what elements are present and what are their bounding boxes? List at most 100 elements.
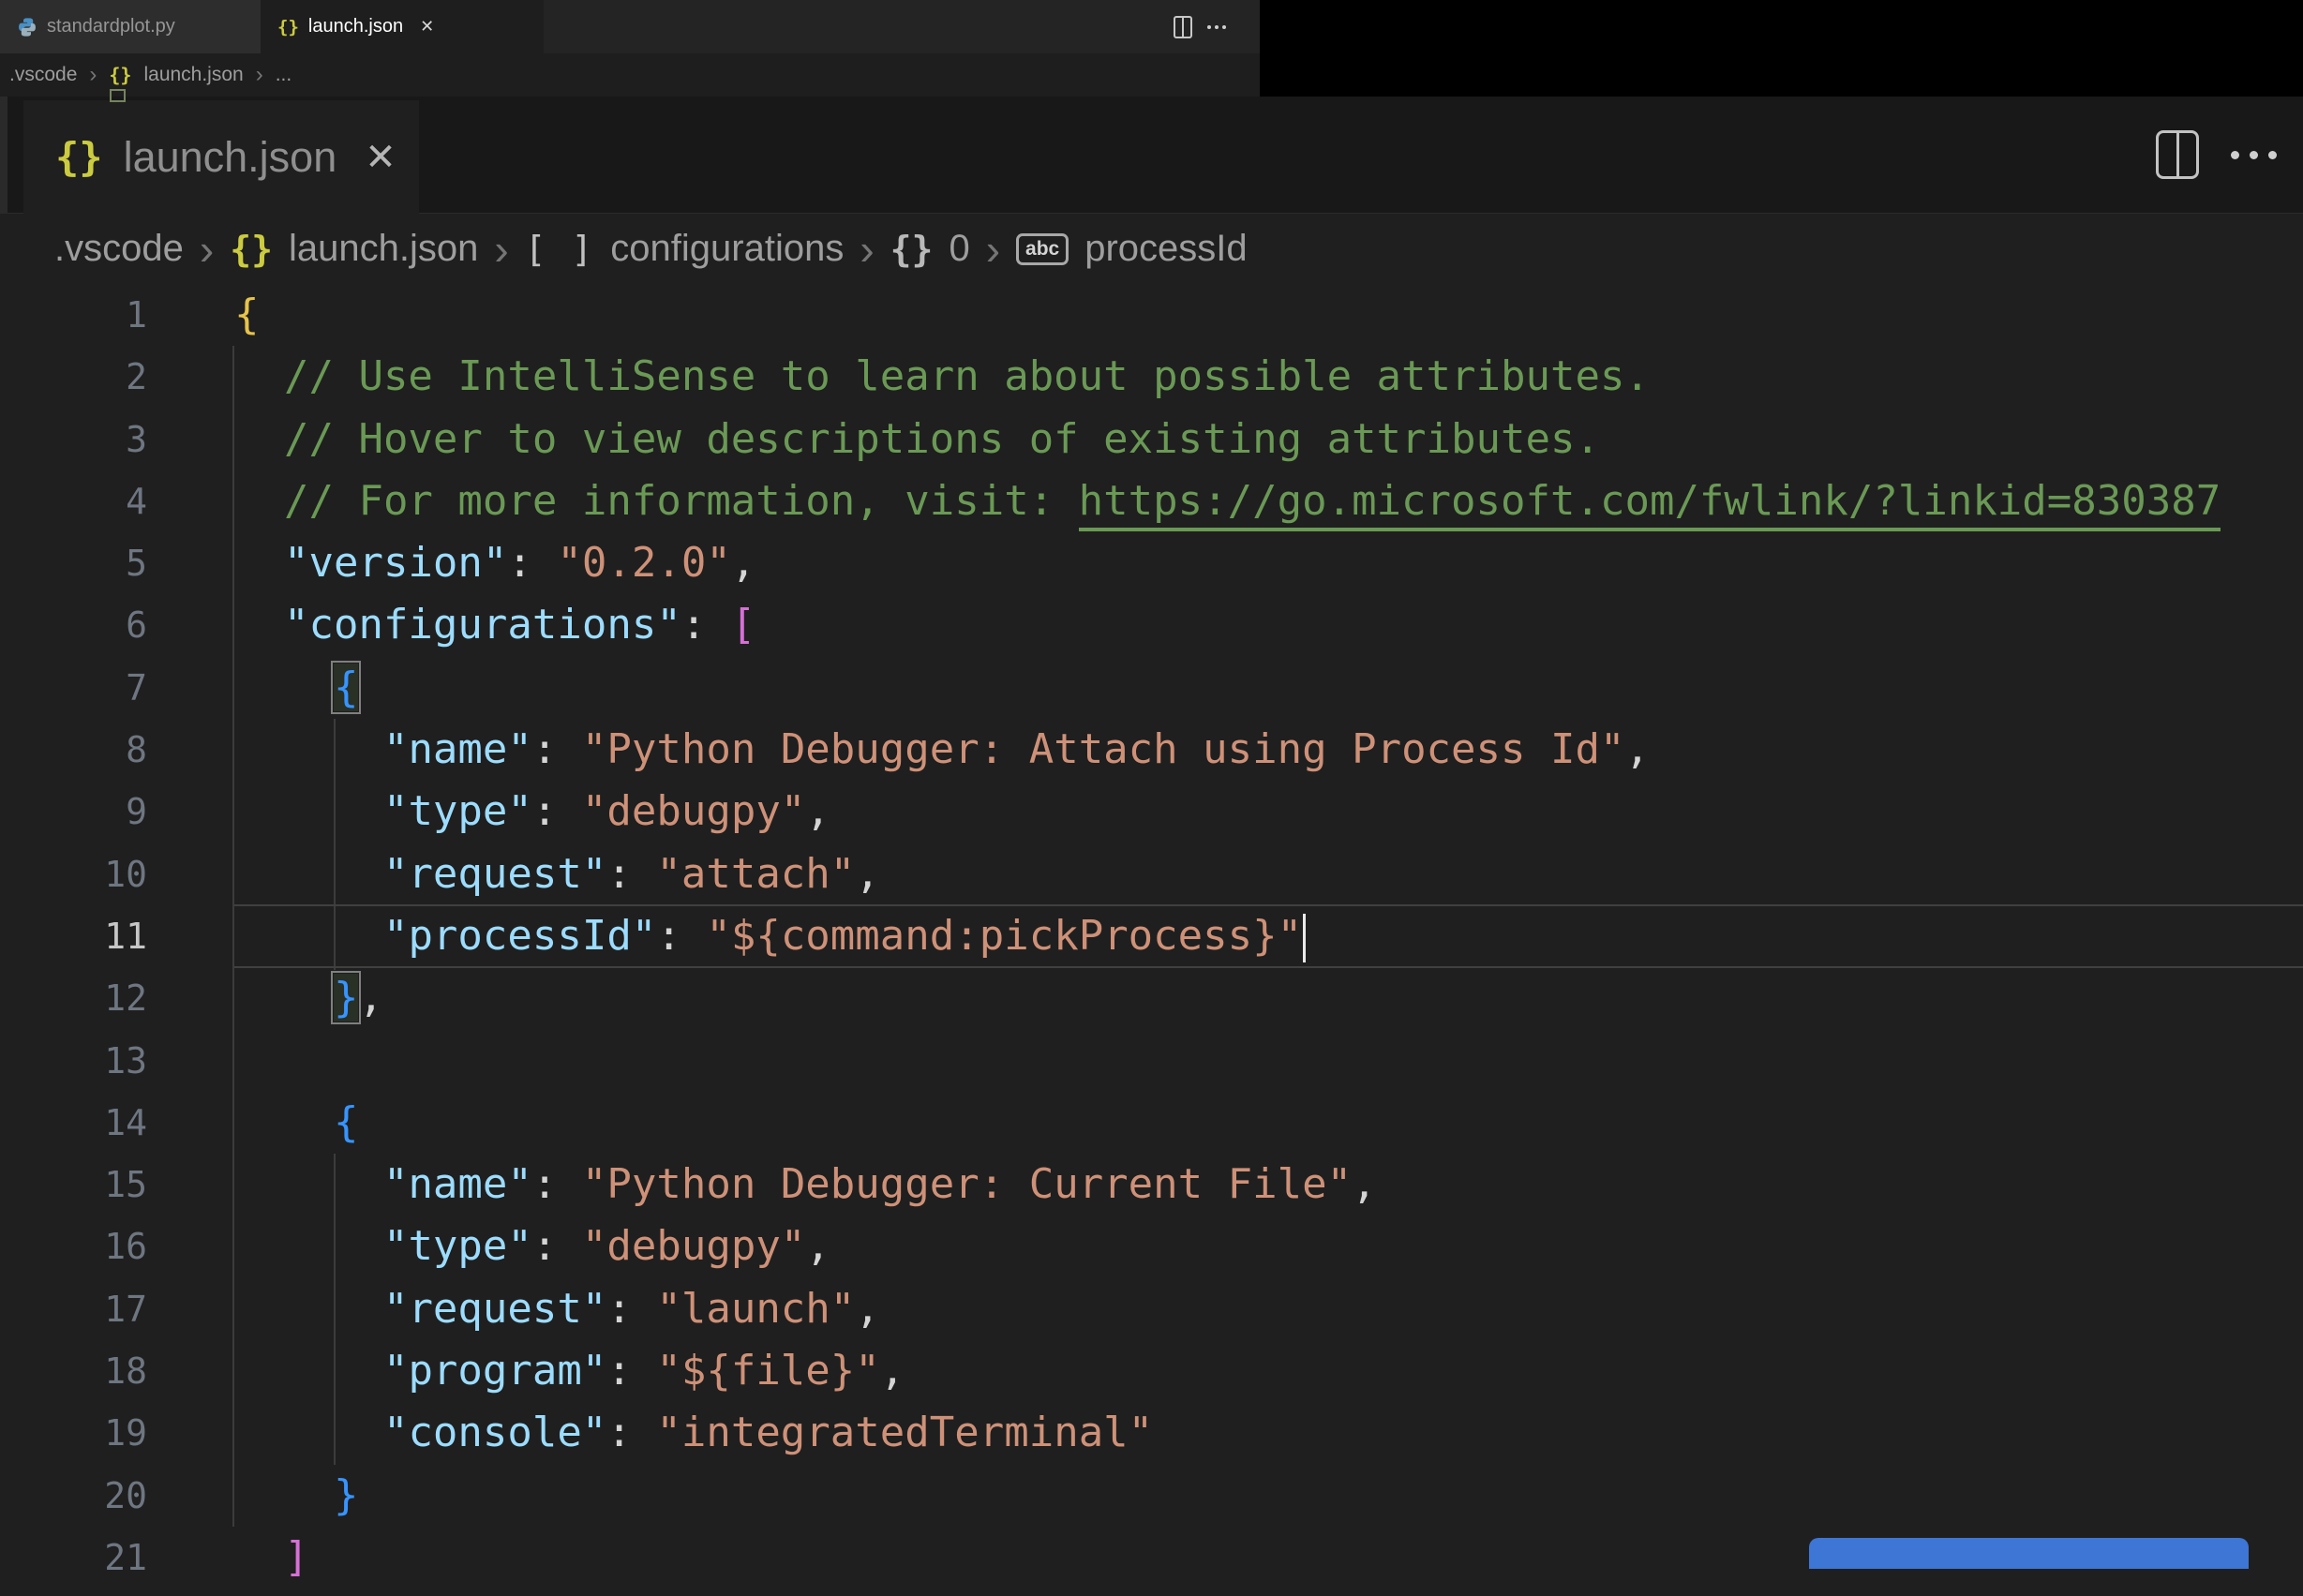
more-actions-icon[interactable] <box>1207 24 1226 29</box>
text-cursor <box>1303 913 1307 962</box>
line-number[interactable]: 1 <box>0 284 147 346</box>
link[interactable]: https://go.microsoft.com/fwlink/?linkid=… <box>1078 476 2221 531</box>
code-line-text: { <box>333 1097 359 1146</box>
line-number[interactable]: 15 <box>0 1154 147 1216</box>
line-number[interactable]: 6 <box>0 594 147 656</box>
code-line[interactable]: 10 "request": "attach", <box>0 843 2303 905</box>
code-rows: 1{2 // Use IntelliSense to learn about p… <box>0 284 2303 1589</box>
line-number[interactable]: 4 <box>0 470 147 532</box>
line-number[interactable]: 18 <box>0 1340 147 1402</box>
line-number[interactable]: 7 <box>0 657 147 719</box>
code-line[interactable]: 11 "processId": "${command:pickProcess}" <box>0 903 2303 969</box>
breadcrumb-file[interactable]: launch.json <box>289 228 478 270</box>
code-line-text: // Hover to view descriptions of existin… <box>234 414 1600 463</box>
tab-label: launch.json <box>123 132 337 181</box>
code-line[interactable]: 16 "type": "debugpy", <box>0 1216 2303 1277</box>
code-line[interactable]: 19 "console": "integratedTerminal" <box>0 1402 2303 1464</box>
editor-breadcrumb: .vscode › {} launch.json › [ ] configura… <box>0 214 2303 284</box>
split-editor-icon[interactable] <box>2156 130 2199 179</box>
chevron-right-icon: › <box>494 224 509 274</box>
python-icon <box>17 17 37 37</box>
code-line-text: "name": "Python Debugger: Attach using P… <box>382 725 1650 774</box>
breadcrumb-folder[interactable]: .vscode <box>54 228 184 270</box>
code-line-text: }, <box>331 971 383 1025</box>
code-line-text: } <box>333 1470 359 1519</box>
more-actions-icon[interactable] <box>2231 150 2277 159</box>
line-number[interactable]: 3 <box>0 409 147 470</box>
breadcrumb-file[interactable]: launch.json <box>143 64 243 86</box>
code-line[interactable]: 4 // For more information, visit: https:… <box>0 470 2303 532</box>
json-braces-icon: {} <box>277 16 299 37</box>
mini-tab-label: standardplot.py <box>47 16 175 37</box>
code-line[interactable]: 13 <box>0 1030 2303 1092</box>
code-line-text: "processId": "${command:pickProcess}" <box>234 905 1307 967</box>
chevron-right-icon: › <box>860 224 875 274</box>
line-number[interactable]: 10 <box>0 843 147 905</box>
line-number[interactable]: 5 <box>0 532 147 594</box>
mini-tab-label: launch.json <box>307 16 404 37</box>
split-editor-icon[interactable] <box>1174 15 1192 38</box>
chevron-right-icon: › <box>89 62 97 87</box>
code-line[interactable]: 9 "type": "debugpy", <box>0 781 2303 843</box>
mini-tab-launch-json[interactable]: {} launch.json ✕ <box>261 0 544 53</box>
line-number[interactable]: 8 <box>0 719 147 781</box>
code-line-text: "type": "debugpy", <box>382 787 830 836</box>
line-number[interactable]: 12 <box>0 967 147 1029</box>
breadcrumb-folder[interactable]: .vscode <box>9 64 77 86</box>
code-line[interactable]: 15 "name": "Python Debugger: Current Fil… <box>0 1154 2303 1216</box>
editor-actions <box>2156 112 2303 197</box>
mini-editor-actions <box>1174 0 1226 53</box>
object-braces-icon: {} <box>890 228 934 270</box>
code-line-text: "version": "0.2.0", <box>283 539 756 588</box>
code-line[interactable]: 7 { <box>0 657 2303 719</box>
code-line[interactable]: 2 // Use IntelliSense to learn about pos… <box>0 346 2303 408</box>
line-number[interactable]: 11 <box>0 905 147 967</box>
string-symbol-icon: abc <box>1016 232 1069 265</box>
code-line-text: // Use IntelliSense to learn about possi… <box>234 352 1650 401</box>
array-icon: [ ] <box>524 228 595 270</box>
line-number[interactable]: 19 <box>0 1402 147 1464</box>
code-line-text: "name": "Python Debugger: Current File", <box>382 1160 1377 1209</box>
add-configuration-button[interactable] <box>1809 1538 2249 1569</box>
mini-tab-bar: standardplot.py {} launch.json ✕ <box>0 0 1260 53</box>
line-number[interactable]: 14 <box>0 1092 147 1154</box>
json-braces-icon: {} <box>55 134 103 180</box>
close-icon[interactable]: ✕ <box>365 136 396 179</box>
line-number[interactable]: 9 <box>0 781 147 843</box>
line-number[interactable]: 21 <box>0 1527 147 1589</box>
code-line-text: "request": "launch", <box>382 1284 880 1333</box>
breadcrumb-configurations[interactable]: configurations <box>610 228 844 270</box>
code-editor[interactable]: 1{2 // Use IntelliSense to learn about p… <box>0 284 2303 1596</box>
code-line-text: // For more information, visit: https://… <box>234 470 2221 532</box>
code-line[interactable]: 20 } <box>0 1465 2303 1527</box>
breadcrumb-index[interactable]: 0 <box>949 228 969 270</box>
close-icon[interactable]: ✕ <box>420 17 434 37</box>
line-number[interactable]: 16 <box>0 1216 147 1277</box>
line-number[interactable]: 2 <box>0 346 147 408</box>
code-line-text: { <box>331 660 362 714</box>
line-number[interactable]: 20 <box>0 1465 147 1527</box>
code-line[interactable]: 5 "version": "0.2.0", <box>0 532 2303 594</box>
code-line[interactable]: 17 "request": "launch", <box>0 1278 2303 1340</box>
line-number[interactable]: 13 <box>0 1030 147 1092</box>
json-braces-icon: {} <box>230 228 273 270</box>
breadcrumb-more[interactable]: ... <box>276 64 292 86</box>
code-line-text: "request": "attach", <box>382 849 880 898</box>
breadcrumb-property[interactable]: processId <box>1084 228 1247 270</box>
code-line[interactable]: 14 { <box>0 1092 2303 1154</box>
code-line[interactable]: 3 // Hover to view descriptions of exist… <box>0 409 2303 470</box>
mini-tab-standardplot[interactable]: standardplot.py <box>0 0 261 53</box>
code-line[interactable]: 12 }, <box>0 967 2303 1029</box>
tab-launch-json[interactable]: {} launch.json ✕ <box>23 100 419 214</box>
code-line-text: { <box>234 291 260 338</box>
code-line[interactable]: 1{ <box>0 284 2303 346</box>
code-line[interactable]: 18 "program": "${file}", <box>0 1340 2303 1402</box>
line-number[interactable]: 17 <box>0 1278 147 1340</box>
code-line-text: "program": "${file}", <box>382 1347 905 1395</box>
code-line[interactable]: 6 "configurations": [ <box>0 594 2303 656</box>
mini-breadcrumb: .vscode › {} launch.json › ... <box>0 53 1260 97</box>
chevron-right-icon: › <box>985 224 1001 274</box>
code-line[interactable]: 8 "name": "Python Debugger: Attach using… <box>0 719 2303 781</box>
code-line-text: "type": "debugpy", <box>382 1222 830 1271</box>
screen-black-region <box>1260 0 2303 97</box>
